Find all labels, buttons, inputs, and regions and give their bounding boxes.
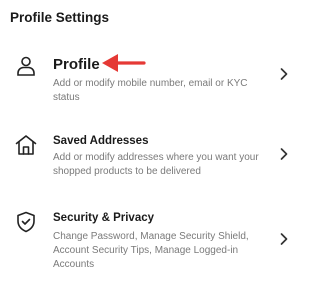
- person-icon: [14, 54, 38, 78]
- menu-item-description: Add or modify mobile number, email or KY…: [53, 78, 248, 103]
- menu-item-title: Profile: [53, 56, 100, 73]
- menu-item-profile[interactable]: Profile Add or modify mobile number, ema…: [0, 42, 300, 112]
- chevron-right-icon[interactable]: [278, 232, 290, 246]
- page-title: Profile Settings: [10, 10, 110, 25]
- menu-item-description: Change Password, Manage Security Shield,…: [53, 231, 249, 270]
- menu-item-saved-addresses[interactable]: Saved Addresses Add or modify addresses …: [0, 124, 300, 199]
- shield-check-icon: [14, 210, 38, 234]
- profile-settings-header: Profile Settings: [0, 0, 300, 36]
- chevron-right-icon[interactable]: [278, 147, 290, 161]
- menu-item-title: Security & Privacy: [53, 212, 155, 224]
- chevron-right-icon[interactable]: [278, 67, 290, 81]
- menu-item-description: Add or modify addresses where you want y…: [53, 152, 259, 177]
- home-icon: [14, 133, 38, 157]
- annotation-arrow-icon: [100, 52, 146, 74]
- menu-item-security-privacy[interactable]: Security & Privacy Change Password, Mana…: [0, 205, 300, 285]
- menu-item-title: Saved Addresses: [53, 135, 149, 147]
